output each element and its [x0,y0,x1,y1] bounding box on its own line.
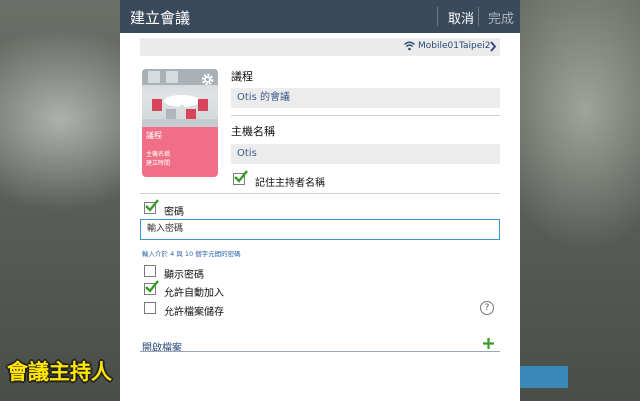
allow-auto-join-checkbox[interactable] [144,280,159,295]
network-name: Mobile01Taipei2 [418,41,491,51]
host-name-field[interactable]: Otis [231,144,500,164]
allow-auto-join-label: 允許自動加入 [164,288,224,299]
meeting-thumbnail[interactable]: 議程 主機名稱 建立時間 [142,69,218,177]
checkmark-icon [145,280,159,293]
thumbnail-time-line: 建立時間 [146,160,171,167]
password-hint: 輸入介於 4 與 10 個字元間的密碼 [142,250,241,258]
show-password-checkbox[interactable] [144,265,156,277]
thumbnail-title: 議程 [146,131,162,140]
password-input[interactable]: 輸入密碼 [140,219,500,240]
password-checkbox[interactable] [144,199,159,214]
background-button-fragment [519,366,568,388]
gear-icon[interactable] [200,72,215,87]
thumbnail-host-line: 主機名稱 [146,151,171,158]
checkmark-icon [234,170,248,183]
agenda-label: 議程 [231,70,253,83]
remember-host-checkbox[interactable] [233,170,248,185]
titlebar-divider [437,7,438,26]
password-label: 密碼 [164,207,184,218]
cancel-button[interactable]: 取消 [448,8,474,27]
agenda-field[interactable]: Otis 的會議 [231,88,500,108]
chevron-right-icon [490,41,497,52]
allow-file-save-checkbox[interactable] [144,302,156,314]
divider [140,193,500,194]
create-meeting-dialog: 建立會議 取消 完成 Mobile01Taipei2 議程 主機名稱 建立時間 … [120,0,520,401]
done-button[interactable]: 完成 [488,8,514,27]
divider [231,115,500,116]
show-password-label: 顯示密碼 [164,270,204,281]
network-bar[interactable]: Mobile01Taipei2 [140,38,500,56]
watermark-caption: 會議主持人 [7,360,112,384]
titlebar-divider [478,7,479,26]
host-name-label: 主機名稱 [231,125,275,138]
help-icon[interactable]: ? [480,301,494,315]
remember-host-label: 記住主持者名稱 [255,178,325,189]
checkmark-icon [145,199,159,212]
dialog-titlebar: 建立會議 取消 完成 [120,0,520,33]
plus-icon[interactable] [482,337,495,350]
wifi-icon [404,41,415,51]
open-file-underline [140,351,500,352]
dialog-title: 建立會議 [130,9,191,27]
allow-file-save-label: 允許檔案儲存 [164,307,224,318]
